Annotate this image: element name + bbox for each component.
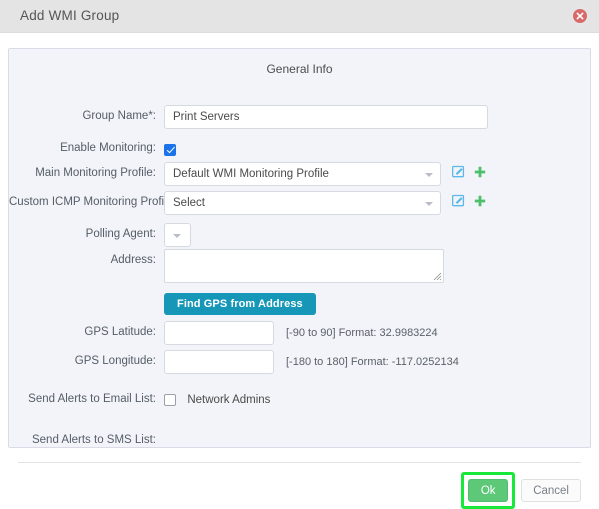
polling-agent-label: Polling Agent: <box>85 228 156 240</box>
dialog-title: Add WMI Group <box>20 8 120 23</box>
find-gps-from-address-button[interactable]: Find GPS from Address <box>164 293 316 315</box>
chevron-down-icon <box>425 173 433 177</box>
ok-button[interactable]: Ok <box>468 479 509 502</box>
network-admins-checkbox[interactable] <box>164 393 176 406</box>
custom-icmp-profile-select[interactable]: Select <box>164 191 441 215</box>
row-gps-longitude: GPS Longitude: [-180 to 180] Format: -11… <box>9 350 590 376</box>
address-label: Address: <box>110 254 156 266</box>
row-group-name: Group Name*: <box>9 105 590 131</box>
enable-monitoring-checkbox[interactable] <box>164 143 176 156</box>
section-title: General Info <box>266 62 333 76</box>
email-list-label: Send Alerts to Email List: <box>28 393 156 405</box>
main-monitoring-profile-value: Default WMI Monitoring Profile <box>173 168 329 180</box>
close-circle-icon <box>573 9 587 23</box>
gps-latitude-hint: [-90 to 90] Format: 32.9983224 <box>286 327 438 339</box>
plus-icon[interactable] <box>474 195 486 207</box>
row-address: Address: <box>9 249 590 289</box>
general-info-panel: General Info Group Name*: Enable Monitor… <box>8 48 591 448</box>
plus-icon[interactable] <box>474 166 486 178</box>
ok-button-highlight: Ok <box>461 472 516 509</box>
row-find-gps: Find GPS from Address <box>9 293 590 319</box>
edit-icon[interactable] <box>452 194 465 207</box>
main-monitoring-profile-label: Main Monitoring Profile: <box>35 167 156 179</box>
row-sms-list: Send Alerts to SMS List: <box>9 429 590 455</box>
gps-latitude-input[interactable] <box>164 321 274 345</box>
dialog-footer: Ok Cancel <box>461 472 581 509</box>
edit-icon[interactable] <box>452 165 465 178</box>
gps-longitude-input[interactable] <box>164 350 274 374</box>
gps-longitude-label: GPS Longitude: <box>74 355 156 367</box>
gps-longitude-hint: [-180 to 180] Format: -117.0252134 <box>286 356 459 368</box>
row-custom-icmp-profile: Custom ICMP Monitoring Profile: Select <box>9 191 590 217</box>
polling-agent-select[interactable] <box>164 223 191 247</box>
custom-icmp-profile-value: Select <box>173 197 205 209</box>
row-gps-latitude: GPS Latitude: [-90 to 90] Format: 32.998… <box>9 321 590 347</box>
sms-list-label: Send Alerts to SMS List: <box>31 434 156 446</box>
dialog-titlebar: Add WMI Group <box>0 0 599 33</box>
gps-latitude-label: GPS Latitude: <box>84 326 156 338</box>
close-button[interactable] <box>571 7 589 25</box>
custom-icmp-profile-label: Custom ICMP Monitoring Profile: <box>9 196 177 208</box>
chevron-down-icon <box>173 234 181 238</box>
row-enable-monitoring: Enable Monitoring: <box>9 137 590 163</box>
row-polling-agent: Polling Agent: <box>9 223 590 249</box>
row-email-list: Send Alerts to Email List: Network Admin… <box>9 388 590 414</box>
main-monitoring-profile-select[interactable]: Default WMI Monitoring Profile <box>164 162 441 186</box>
footer-divider <box>18 462 581 463</box>
group-name-label: Group Name*: <box>82 110 156 122</box>
enable-monitoring-label: Enable Monitoring: <box>60 142 156 154</box>
chevron-down-icon <box>425 202 433 206</box>
network-admins-label: Network Admins <box>187 393 271 406</box>
address-textarea[interactable] <box>164 249 444 283</box>
row-main-monitoring-profile: Main Monitoring Profile: Default WMI Mon… <box>9 162 590 188</box>
group-name-input[interactable] <box>164 105 488 129</box>
cancel-button[interactable]: Cancel <box>521 479 581 502</box>
